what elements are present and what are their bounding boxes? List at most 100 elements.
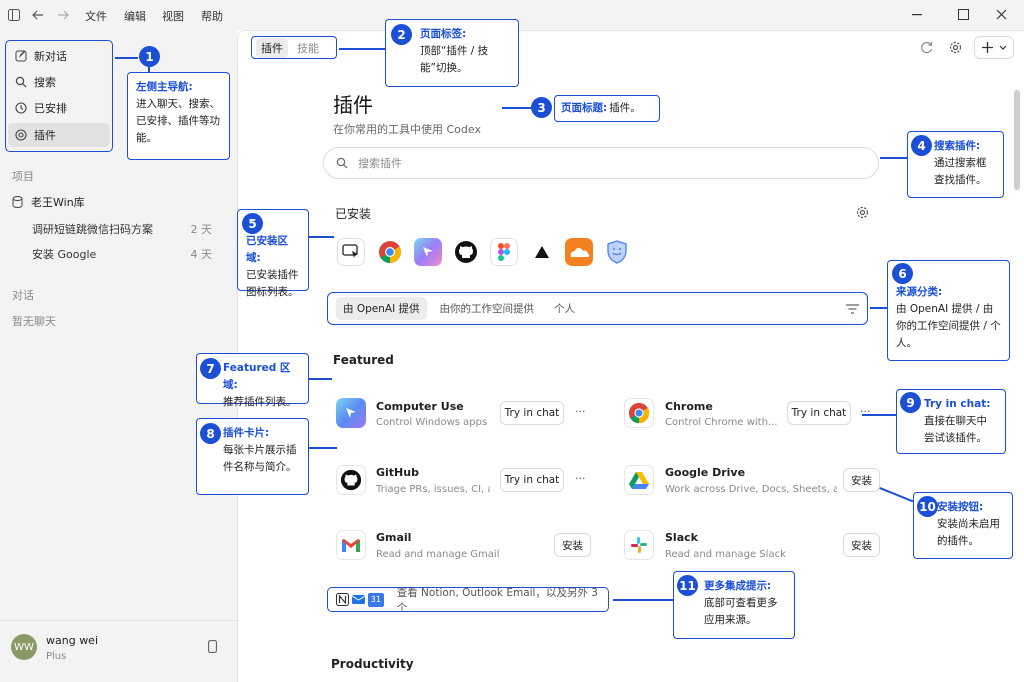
refresh-icon[interactable] bbox=[920, 41, 933, 54]
computer-use-icon[interactable] bbox=[337, 238, 365, 266]
database-icon bbox=[12, 196, 23, 208]
callout-title: 已安装区域: bbox=[246, 235, 288, 264]
callout-badge: 11 bbox=[677, 575, 698, 596]
try-in-chat-button[interactable]: Try in chat bbox=[787, 401, 851, 425]
menu-file[interactable]: 文件 bbox=[85, 8, 107, 24]
search-bar[interactable]: 搜索插件 bbox=[323, 147, 879, 179]
callout-title: 左侧主导航: bbox=[136, 81, 193, 93]
menu-view[interactable]: 视图 bbox=[162, 8, 184, 24]
tab-skills[interactable]: 技能 bbox=[292, 38, 324, 58]
plus-icon bbox=[981, 42, 993, 53]
callout-arrow bbox=[308, 378, 332, 380]
callout-body: 顶部“插件 / 技能”切换。 bbox=[420, 45, 489, 74]
install-button[interactable]: 安装 bbox=[843, 468, 880, 492]
back-arrow-icon[interactable] bbox=[32, 9, 44, 21]
user-name: wang wei bbox=[46, 634, 99, 647]
callout-title: 来源分类: bbox=[896, 286, 943, 298]
search-input[interactable]: 搜索插件 bbox=[358, 155, 402, 171]
callout-arrow bbox=[339, 48, 385, 50]
callout-title: 更多集成提示: bbox=[704, 580, 772, 592]
vercel-icon[interactable] bbox=[528, 238, 556, 266]
callout-badge: 5 bbox=[242, 213, 263, 234]
edit-icon bbox=[15, 50, 27, 62]
card-title: Google Drive bbox=[665, 466, 746, 479]
chrome-icon[interactable] bbox=[376, 238, 404, 266]
github-icon bbox=[336, 465, 366, 495]
close-icon[interactable] bbox=[996, 9, 1007, 20]
callout-badge: 7 bbox=[200, 358, 221, 379]
card-title: GitHub bbox=[376, 466, 419, 479]
sidebar-item-label: 已安排 bbox=[34, 102, 67, 115]
gear-icon[interactable] bbox=[949, 41, 962, 54]
menu-help[interactable]: 帮助 bbox=[201, 8, 223, 24]
callout-body: 直接在聊天中尝试该插件。 bbox=[924, 415, 987, 444]
sidebar-item-scheduled[interactable]: 已安排 bbox=[8, 96, 110, 120]
search-icon bbox=[15, 76, 27, 88]
card-description: Read and manage Gmail bbox=[376, 549, 500, 560]
github-icon[interactable] bbox=[452, 238, 480, 266]
callout-body: 通过搜索框查找插件。 bbox=[934, 157, 987, 186]
chrome-icon bbox=[624, 398, 654, 428]
project-name: 老王Win库 bbox=[31, 196, 85, 209]
chats-section-label: 对话 bbox=[12, 289, 34, 302]
tab-plugins[interactable]: 插件 bbox=[256, 37, 288, 58]
callout-arrow bbox=[613, 599, 673, 601]
sidebar-item-new-chat[interactable]: 新对话 bbox=[8, 44, 110, 68]
try-in-chat-button[interactable]: Try in chat bbox=[500, 401, 564, 425]
more-integrations-bar[interactable]: 31 查看 Notion, Outlook Email，以及另外 3 个 bbox=[327, 587, 609, 614]
project-item[interactable]: 老王Win库 bbox=[12, 194, 85, 210]
install-button[interactable]: 安装 bbox=[554, 533, 591, 557]
menu-edit[interactable]: 编辑 bbox=[124, 8, 146, 24]
callout-title: Featured 区域: bbox=[223, 362, 291, 391]
try-in-chat-button[interactable]: Try in chat bbox=[500, 468, 564, 492]
card-description: Control Chrome with... bbox=[665, 417, 777, 428]
callout-badge: 2 bbox=[391, 24, 412, 45]
install-button[interactable]: 安装 bbox=[843, 533, 880, 557]
codex-app-icon[interactable] bbox=[414, 238, 442, 266]
thread-item[interactable]: 安装 Google 4 天 bbox=[32, 246, 212, 262]
more-options-icon[interactable]: ··· bbox=[575, 472, 586, 485]
callout-body: 底部可查看更多应用来源。 bbox=[704, 597, 778, 626]
cloudflare-icon[interactable] bbox=[565, 238, 593, 266]
scrollbar[interactable] bbox=[1014, 90, 1020, 190]
source-tab-openai[interactable]: 由 OpenAI 提供 bbox=[336, 297, 427, 320]
more-options-icon[interactable]: ··· bbox=[575, 405, 586, 418]
thread-title: 调研短链跳微信扫码方案 bbox=[32, 223, 153, 236]
callout-title: 搜索插件: bbox=[934, 140, 981, 152]
outlook-icon bbox=[352, 593, 365, 606]
user-plan: Plus bbox=[46, 651, 67, 662]
card-description: Control Windows apps... bbox=[376, 417, 488, 428]
source-tab-personal[interactable]: 个人 bbox=[547, 297, 582, 320]
card-title: Computer Use bbox=[376, 400, 464, 413]
page-subtitle: 在你常用的工具中使用 Codex bbox=[333, 123, 481, 136]
add-button[interactable] bbox=[974, 36, 1014, 59]
device-icon[interactable] bbox=[208, 640, 217, 653]
clock-icon bbox=[15, 102, 27, 114]
sidebar-toggle-icon[interactable] bbox=[8, 9, 20, 21]
avatar[interactable]: WW bbox=[11, 634, 37, 660]
shield-smile-icon[interactable] bbox=[603, 238, 631, 266]
callout-badge: 4 bbox=[911, 135, 932, 156]
more-options-icon[interactable]: ··· bbox=[860, 405, 871, 418]
callout-title: 页面标签: bbox=[420, 28, 467, 40]
source-tab-workspace[interactable]: 由你的工作空间提供 bbox=[433, 297, 542, 320]
minimize-icon[interactable] bbox=[912, 14, 922, 16]
sidebar-item-plugins[interactable]: 插件 bbox=[8, 123, 110, 147]
filter-icon[interactable] bbox=[846, 303, 859, 314]
divider bbox=[0, 620, 237, 621]
callout-title: 页面标题: bbox=[561, 102, 608, 114]
card-description: Work across Drive, Docs, Sheets, and... bbox=[665, 484, 837, 495]
callout-title: Try in chat: bbox=[924, 398, 991, 410]
maximize-icon[interactable] bbox=[958, 9, 969, 20]
callout-body: 插件。 bbox=[609, 102, 641, 114]
thread-item[interactable]: 调研短链跳微信扫码方案 2 天 bbox=[32, 221, 212, 237]
callout-arrow bbox=[308, 236, 334, 238]
installed-settings-icon[interactable] bbox=[856, 206, 869, 219]
sidebar-item-search[interactable]: 搜索 bbox=[8, 70, 110, 94]
callout-badge: 6 bbox=[892, 263, 913, 284]
forward-arrow-icon[interactable] bbox=[57, 9, 69, 21]
figma-icon[interactable] bbox=[490, 238, 518, 266]
callout-box: 左侧主导航: 进入聊天、搜索、已安排、插件等功能。 bbox=[127, 72, 230, 160]
sidebar-item-label: 插件 bbox=[34, 129, 56, 142]
slack-icon bbox=[624, 530, 654, 560]
